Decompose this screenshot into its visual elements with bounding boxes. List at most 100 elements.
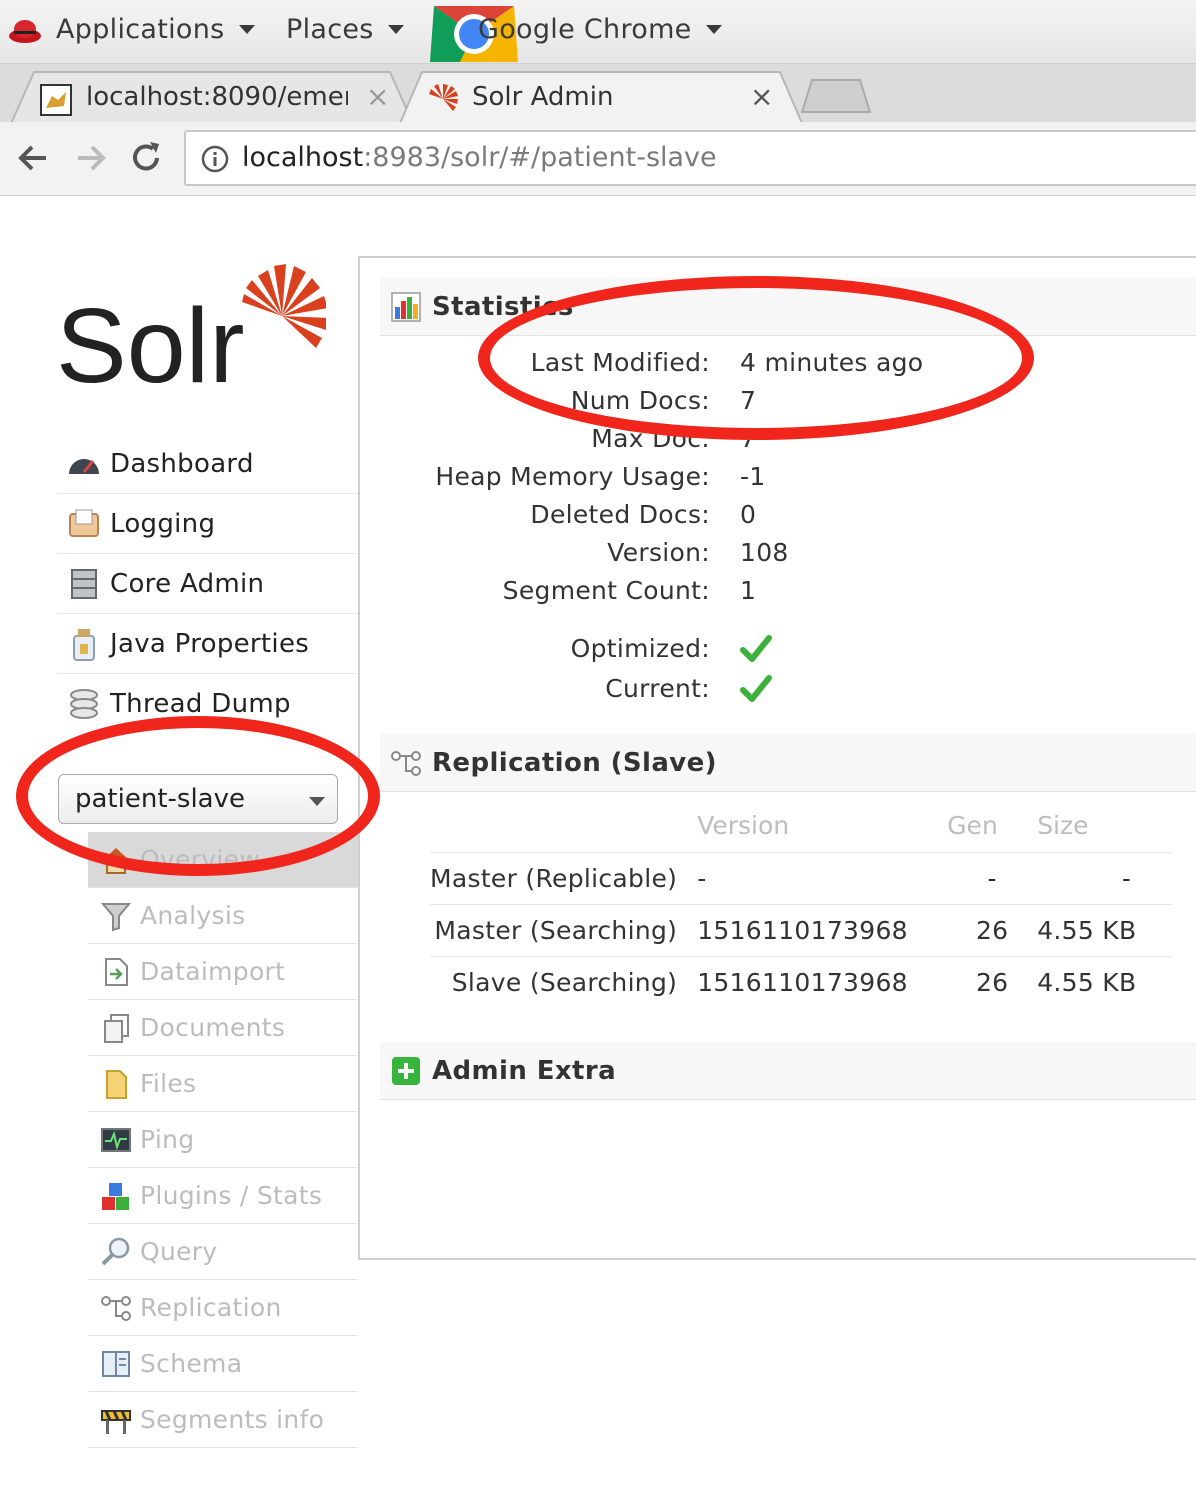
info-icon[interactable] bbox=[200, 144, 230, 174]
close-icon[interactable]: × bbox=[750, 80, 773, 113]
chevron-down-icon bbox=[387, 25, 404, 34]
checkmark-icon bbox=[740, 675, 772, 702]
stat-key: Num Docs: bbox=[570, 386, 710, 415]
stat-value: 4 minutes ago bbox=[740, 348, 924, 377]
core-menu-analysis[interactable]: Analysis bbox=[88, 888, 358, 944]
stat-value: 0 bbox=[740, 500, 757, 529]
row-label: Master (Replicable) bbox=[430, 852, 698, 905]
nav-label: Java Properties bbox=[110, 628, 310, 659]
nav-thread-dump[interactable]: Thread Dump bbox=[58, 674, 358, 734]
stat-key: Heap Memory Usage: bbox=[435, 462, 710, 491]
stat-value: 108 bbox=[740, 538, 789, 567]
replication-icon bbox=[391, 750, 421, 776]
replication-icon bbox=[101, 1295, 131, 1321]
back-arrow-icon[interactable] bbox=[12, 136, 56, 180]
core-menu-label: Ping bbox=[140, 1125, 195, 1154]
core-menu-label: Plugins / Stats bbox=[140, 1181, 323, 1210]
dataimport-icon bbox=[105, 957, 128, 986]
core-admin-icon bbox=[71, 568, 97, 599]
stat-key: Deleted Docs: bbox=[530, 500, 710, 529]
stat-key: Current: bbox=[605, 674, 710, 703]
size-cell: 4.55 KB bbox=[1037, 904, 1172, 957]
tab-strip: localhost:8090/emer × Solr Admin × bbox=[0, 64, 1196, 128]
nav-label: Logging bbox=[110, 508, 216, 539]
row-label: Master (Searching) bbox=[430, 904, 698, 957]
browser-toolbar: localhost:8983/solr/#/patient-slave bbox=[0, 122, 1196, 196]
chevron-down-icon bbox=[309, 797, 325, 806]
column-header: Version bbox=[697, 800, 948, 853]
table-row: Master (Searching) 1516110173968 26 4.55… bbox=[430, 904, 1172, 957]
statistics-heading: Statistics bbox=[432, 291, 574, 322]
stat-value: 1 bbox=[740, 576, 757, 605]
core-menu-schema[interactable]: Schema bbox=[88, 1336, 358, 1392]
places-label: Places bbox=[286, 14, 374, 45]
core-selector[interactable]: patient-slave bbox=[58, 774, 338, 824]
core-menu-files[interactable]: Files bbox=[88, 1056, 358, 1112]
chevron-down-icon bbox=[705, 25, 722, 34]
tab-solr-admin[interactable]: Solr Admin × bbox=[398, 70, 804, 128]
plugins-icon bbox=[102, 1182, 129, 1210]
stat-key: Max Doc: bbox=[591, 424, 710, 453]
new-tab-button[interactable] bbox=[800, 78, 872, 114]
core-menu-documents[interactable]: Documents bbox=[88, 1000, 358, 1056]
browser-label: Google Chrome bbox=[478, 14, 692, 45]
home-icon bbox=[103, 847, 129, 874]
query-icon bbox=[101, 1237, 130, 1265]
stat-key: Segment Count: bbox=[502, 576, 710, 605]
solr-logo[interactable]: Solr bbox=[56, 254, 326, 394]
core-menu-label: Documents bbox=[140, 1013, 286, 1042]
tab-title: Solr Admin bbox=[472, 82, 614, 112]
solr-icon bbox=[429, 84, 458, 111]
core-menu-replication[interactable]: Replication bbox=[88, 1280, 358, 1336]
gen-cell: 26 bbox=[975, 967, 1009, 997]
core-menu-dataimport[interactable]: Dataimport bbox=[88, 944, 358, 1000]
address-bar[interactable]: localhost:8983/solr/#/patient-slave bbox=[184, 130, 1196, 186]
system-top-bar: Applications Places Google Chrome bbox=[0, 0, 1196, 64]
replication-heading: Replication (Slave) bbox=[432, 747, 717, 778]
core-menu-label: Segments info bbox=[140, 1405, 325, 1434]
tomcat-icon bbox=[40, 84, 72, 116]
tab-localhost-8090[interactable]: localhost:8090/emer × bbox=[10, 70, 414, 126]
row-label: Slave (Searching) bbox=[451, 967, 678, 997]
core-menu-overview[interactable]: Overview bbox=[88, 832, 358, 888]
admin-extra-header[interactable]: Admin Extra bbox=[380, 1042, 1196, 1100]
segments-icon bbox=[101, 1409, 131, 1434]
replication-table: Version Gen Size Master (Replicable) - -… bbox=[430, 800, 1172, 1008]
core-selector-value: patient-slave bbox=[75, 784, 245, 814]
gen-cell: 26 bbox=[947, 904, 1038, 957]
version-cell: 1516110173968 bbox=[697, 967, 908, 997]
reload-icon[interactable] bbox=[124, 136, 168, 180]
stat-value: -1 bbox=[740, 462, 766, 491]
chrome-app-menu[interactable]: Google Chrome bbox=[478, 14, 722, 45]
replication-header: Replication (Slave) bbox=[380, 734, 1196, 792]
stat-key: Optimized: bbox=[570, 634, 710, 663]
tab-title: localhost:8090/emer bbox=[86, 82, 348, 112]
gen-cell: - bbox=[947, 852, 1038, 905]
dashboard-icon bbox=[69, 458, 99, 474]
nav-label: Dashboard bbox=[110, 448, 254, 479]
nav-dashboard[interactable]: Dashboard bbox=[58, 434, 358, 494]
plus-icon bbox=[392, 1056, 420, 1085]
funnel-icon bbox=[100, 902, 132, 931]
chevron-down-icon bbox=[238, 25, 255, 34]
applications-menu[interactable]: Applications bbox=[56, 14, 255, 45]
core-menu-plugins-stats[interactable]: Plugins / Stats bbox=[88, 1168, 358, 1224]
nav-core-admin[interactable]: Core Admin bbox=[58, 554, 358, 614]
version-cell: 1516110173968 bbox=[697, 904, 948, 957]
core-menu-ping[interactable]: Ping bbox=[88, 1112, 358, 1168]
core-menu-segments-info[interactable]: Segments info bbox=[88, 1392, 358, 1448]
checkmark-icon bbox=[740, 635, 772, 662]
nav-java-properties[interactable]: Java Properties bbox=[58, 614, 358, 674]
core-menu-label: Query bbox=[140, 1237, 218, 1266]
close-icon[interactable]: × bbox=[366, 80, 389, 113]
forward-arrow-icon[interactable] bbox=[68, 136, 112, 180]
core-menu-label: Replication bbox=[140, 1293, 282, 1322]
stat-key: Last Modified: bbox=[530, 348, 710, 377]
core-menu-query[interactable]: Query bbox=[88, 1224, 358, 1280]
nav-logging[interactable]: Logging bbox=[58, 494, 358, 554]
files-icon bbox=[106, 1069, 127, 1099]
places-menu[interactable]: Places bbox=[286, 14, 404, 45]
statistics-header: Statistics bbox=[380, 278, 1196, 336]
stat-key: Version: bbox=[607, 538, 710, 567]
overview-panel: Statistics Last Modified: 4 minutes ago … bbox=[358, 256, 1196, 1260]
